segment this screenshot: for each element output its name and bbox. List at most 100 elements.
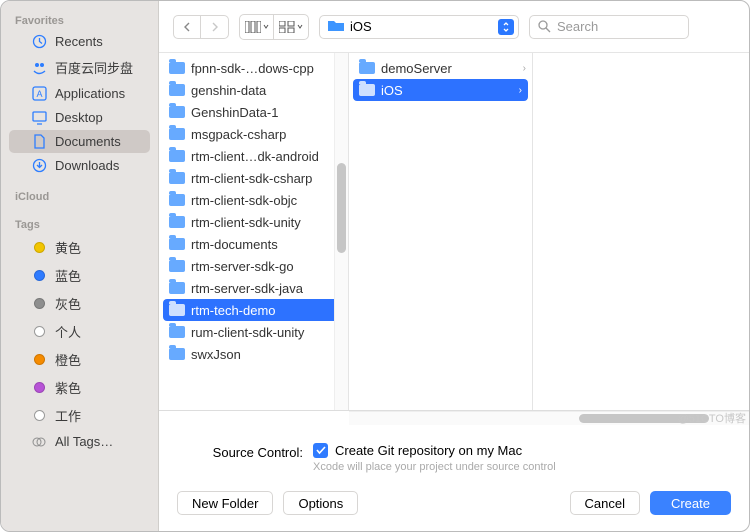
sidebar-item-label: 百度云同步盘: [55, 58, 133, 77]
svg-text:A: A: [36, 89, 42, 99]
file-row[interactable]: genshin-data›: [159, 79, 348, 101]
tag-dot-icon: [31, 382, 47, 393]
cancel-button[interactable]: Cancel: [570, 491, 640, 515]
save-panel: Favorites Recents 百度云同步盘 AApplications Desk…: [0, 0, 750, 532]
file-name: rtm-tech-demo: [191, 303, 329, 318]
file-row[interactable]: msgpack-csharp›: [159, 123, 348, 145]
sidebar-tag-个人[interactable]: 个人: [9, 318, 150, 345]
chevron-right-icon: ›: [519, 85, 522, 96]
sidebar-item-documents[interactable]: Documents: [9, 130, 150, 153]
group-view-button[interactable]: [274, 15, 308, 39]
sidebar-item-downloads[interactable]: Downloads: [9, 154, 150, 177]
new-folder-button[interactable]: New Folder: [177, 491, 273, 515]
git-checkbox-label: Create Git repository on my Mac: [335, 443, 522, 458]
doc-icon: [31, 134, 47, 149]
file-name: rtm-server-sdk-go: [191, 259, 333, 274]
search-icon: [538, 20, 551, 33]
file-name: GenshinData-1: [191, 105, 333, 120]
sidebar-tag-黄色[interactable]: 黄色: [9, 234, 150, 261]
clock-icon: [31, 34, 47, 49]
create-button[interactable]: Create: [650, 491, 731, 515]
sidebar-tag-紫色[interactable]: 紫色: [9, 374, 150, 401]
sidebar-item-label: Documents: [55, 134, 121, 149]
path-popup[interactable]: iOS: [319, 15, 519, 39]
sidebar-tag-All Tags…[interactable]: All Tags…: [9, 430, 150, 453]
sidebar-item-label: Recents: [55, 34, 103, 49]
folder-icon: [328, 18, 344, 36]
file-name: rum-client-sdk-unity: [191, 325, 333, 340]
sidebar-item-label: 橙色: [55, 350, 81, 369]
apps-icon: A: [31, 86, 47, 101]
folder-icon: [169, 216, 185, 228]
view-mode-group: [239, 14, 309, 40]
search-field[interactable]: Search: [529, 15, 689, 39]
tag-dot-icon: [31, 354, 47, 365]
sidebar-item-desktop[interactable]: Desktop: [9, 106, 150, 129]
git-checkbox-hint: Xcode will place your project under sour…: [313, 461, 556, 473]
file-row[interactable]: rtm-client-sdk-unity›: [159, 211, 348, 233]
file-name: iOS: [381, 83, 513, 98]
sidebar: Favorites Recents 百度云同步盘 AApplications Desk…: [1, 1, 159, 531]
back-button[interactable]: [173, 15, 201, 39]
sidebar-item-label: Downloads: [55, 158, 119, 173]
file-row[interactable]: rtm-client-sdk-csharp›: [159, 167, 348, 189]
sidebar-section-tags: Tags: [1, 215, 158, 233]
file-row[interactable]: rum-client-sdk-unity›: [159, 321, 348, 343]
sidebar-item-applications[interactable]: AApplications: [9, 82, 150, 105]
sidebar-tag-橙色[interactable]: 橙色: [9, 346, 150, 373]
forward-button[interactable]: [201, 15, 229, 39]
button-bar: New Folder Options Cancel Create: [159, 481, 749, 531]
file-name: rtm-client-sdk-csharp: [191, 171, 333, 186]
file-row[interactable]: fpnn-sdk-…dows-cpp›: [159, 57, 348, 79]
file-row[interactable]: rtm-server-sdk-go›: [159, 255, 348, 277]
file-name: rtm-client-sdk-objc: [191, 193, 333, 208]
file-row[interactable]: rtm-tech-demo›: [163, 299, 344, 321]
file-row[interactable]: GenshinData-1›: [159, 101, 348, 123]
sidebar-section-favorites: Favorites: [1, 11, 158, 29]
sidebar-item-recents[interactable]: Recents: [9, 30, 150, 53]
sidebar-item-百度云同步盘[interactable]: 百度云同步盘: [9, 54, 150, 81]
sidebar-tag-灰色[interactable]: 灰色: [9, 290, 150, 317]
file-row[interactable]: rtm-documents›: [159, 233, 348, 255]
folder-icon: [169, 326, 185, 338]
file-row[interactable]: demoServer›: [349, 57, 532, 79]
search-placeholder: Search: [557, 19, 598, 34]
folder-icon: [169, 172, 185, 184]
tag-dot-icon: [31, 270, 47, 281]
folder-icon: [169, 84, 185, 96]
file-browser: fpnn-sdk-…dows-cpp›genshin-data›GenshinD…: [159, 53, 749, 411]
sidebar-item-label: 蓝色: [55, 266, 81, 285]
folder-icon: [169, 238, 185, 250]
file-row[interactable]: swxJson›: [159, 343, 348, 365]
folder-icon: [169, 282, 185, 294]
tag-dot-icon: [31, 242, 47, 253]
file-row[interactable]: iOS ›: [353, 79, 528, 101]
sidebar-item-label: 紫色: [55, 378, 81, 397]
file-row[interactable]: rtm-server-sdk-java›: [159, 277, 348, 299]
folder-icon: [169, 150, 185, 162]
git-checkbox-row[interactable]: Create Git repository on my Mac: [313, 443, 556, 458]
scrollbar-vertical[interactable]: [334, 53, 348, 410]
column-2: demoServer› iOS ›: [349, 53, 533, 410]
chevron-right-icon: ›: [523, 63, 526, 74]
file-name: swxJson: [191, 347, 333, 362]
checkbox-checked-icon: [313, 443, 328, 458]
sidebar-tag-工作[interactable]: 工作: [9, 402, 150, 429]
sidebar-section-icloud: iCloud: [1, 187, 158, 205]
folder-icon: [169, 128, 185, 140]
file-row[interactable]: rtm-client-sdk-objc›: [159, 189, 348, 211]
main-area: iOS Search fpnn-sdk-…dows-cpp›genshin-da…: [159, 1, 749, 531]
file-name: genshin-data: [191, 83, 333, 98]
file-name: rtm-client…dk-android: [191, 149, 333, 164]
watermark: @51CTO博客: [678, 410, 746, 426]
folder-icon: [169, 304, 185, 316]
download-icon: [31, 158, 47, 173]
folder-icon: [169, 260, 185, 272]
sidebar-tag-蓝色[interactable]: 蓝色: [9, 262, 150, 289]
sidebar-item-label: Desktop: [55, 110, 103, 125]
columns-view-button[interactable]: [240, 15, 274, 39]
options-button[interactable]: Options: [283, 491, 358, 515]
file-row[interactable]: rtm-client…dk-android›: [159, 145, 348, 167]
sidebar-item-label: All Tags…: [55, 434, 113, 449]
column-1: fpnn-sdk-…dows-cpp›genshin-data›GenshinD…: [159, 53, 349, 410]
